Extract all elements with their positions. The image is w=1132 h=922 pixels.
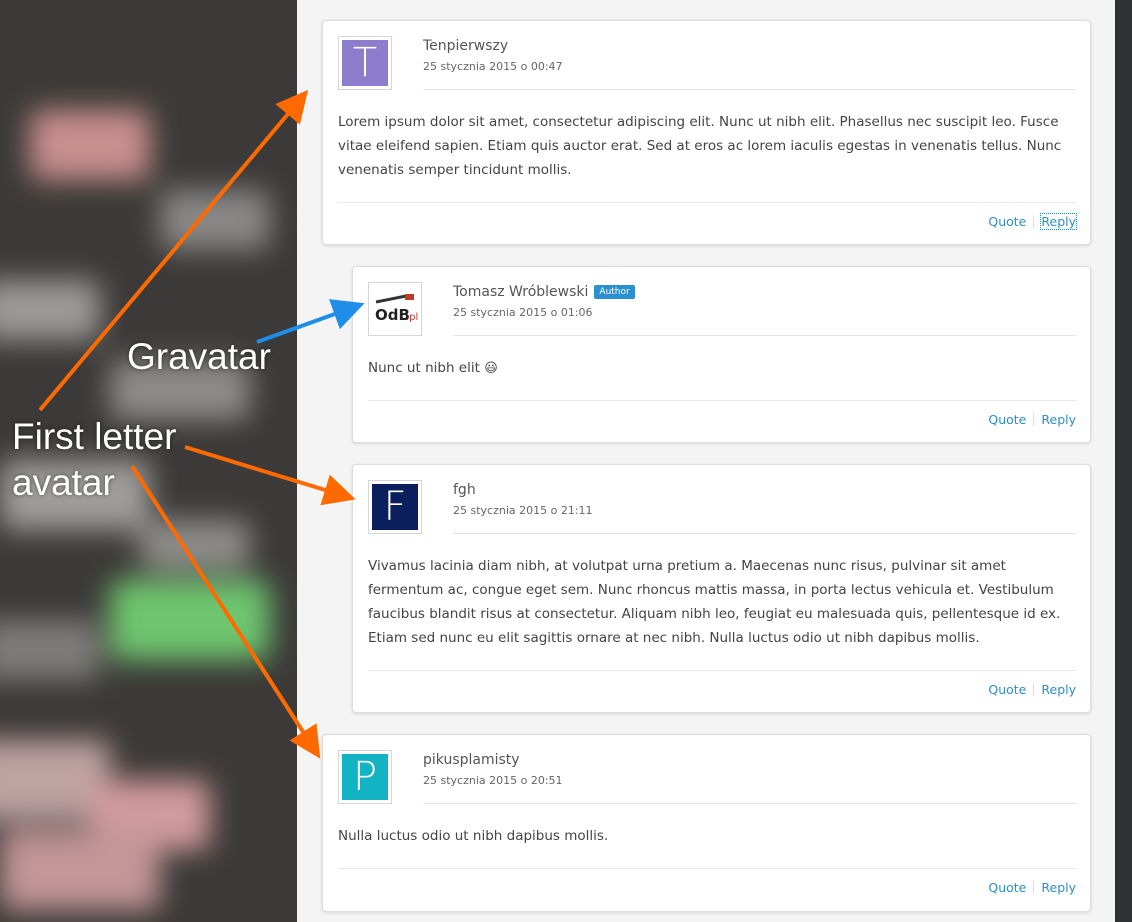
gravatar-label: Gravatar (127, 336, 271, 377)
arrow-to-p-avatar (130, 464, 321, 759)
arrow-to-f-avatar (184, 445, 356, 506)
annotation-arrows (38, 89, 365, 759)
avatar-label: avatar (12, 462, 115, 503)
arrow-to-gravatar (256, 299, 365, 344)
first-letter-label: First letter (12, 416, 177, 457)
